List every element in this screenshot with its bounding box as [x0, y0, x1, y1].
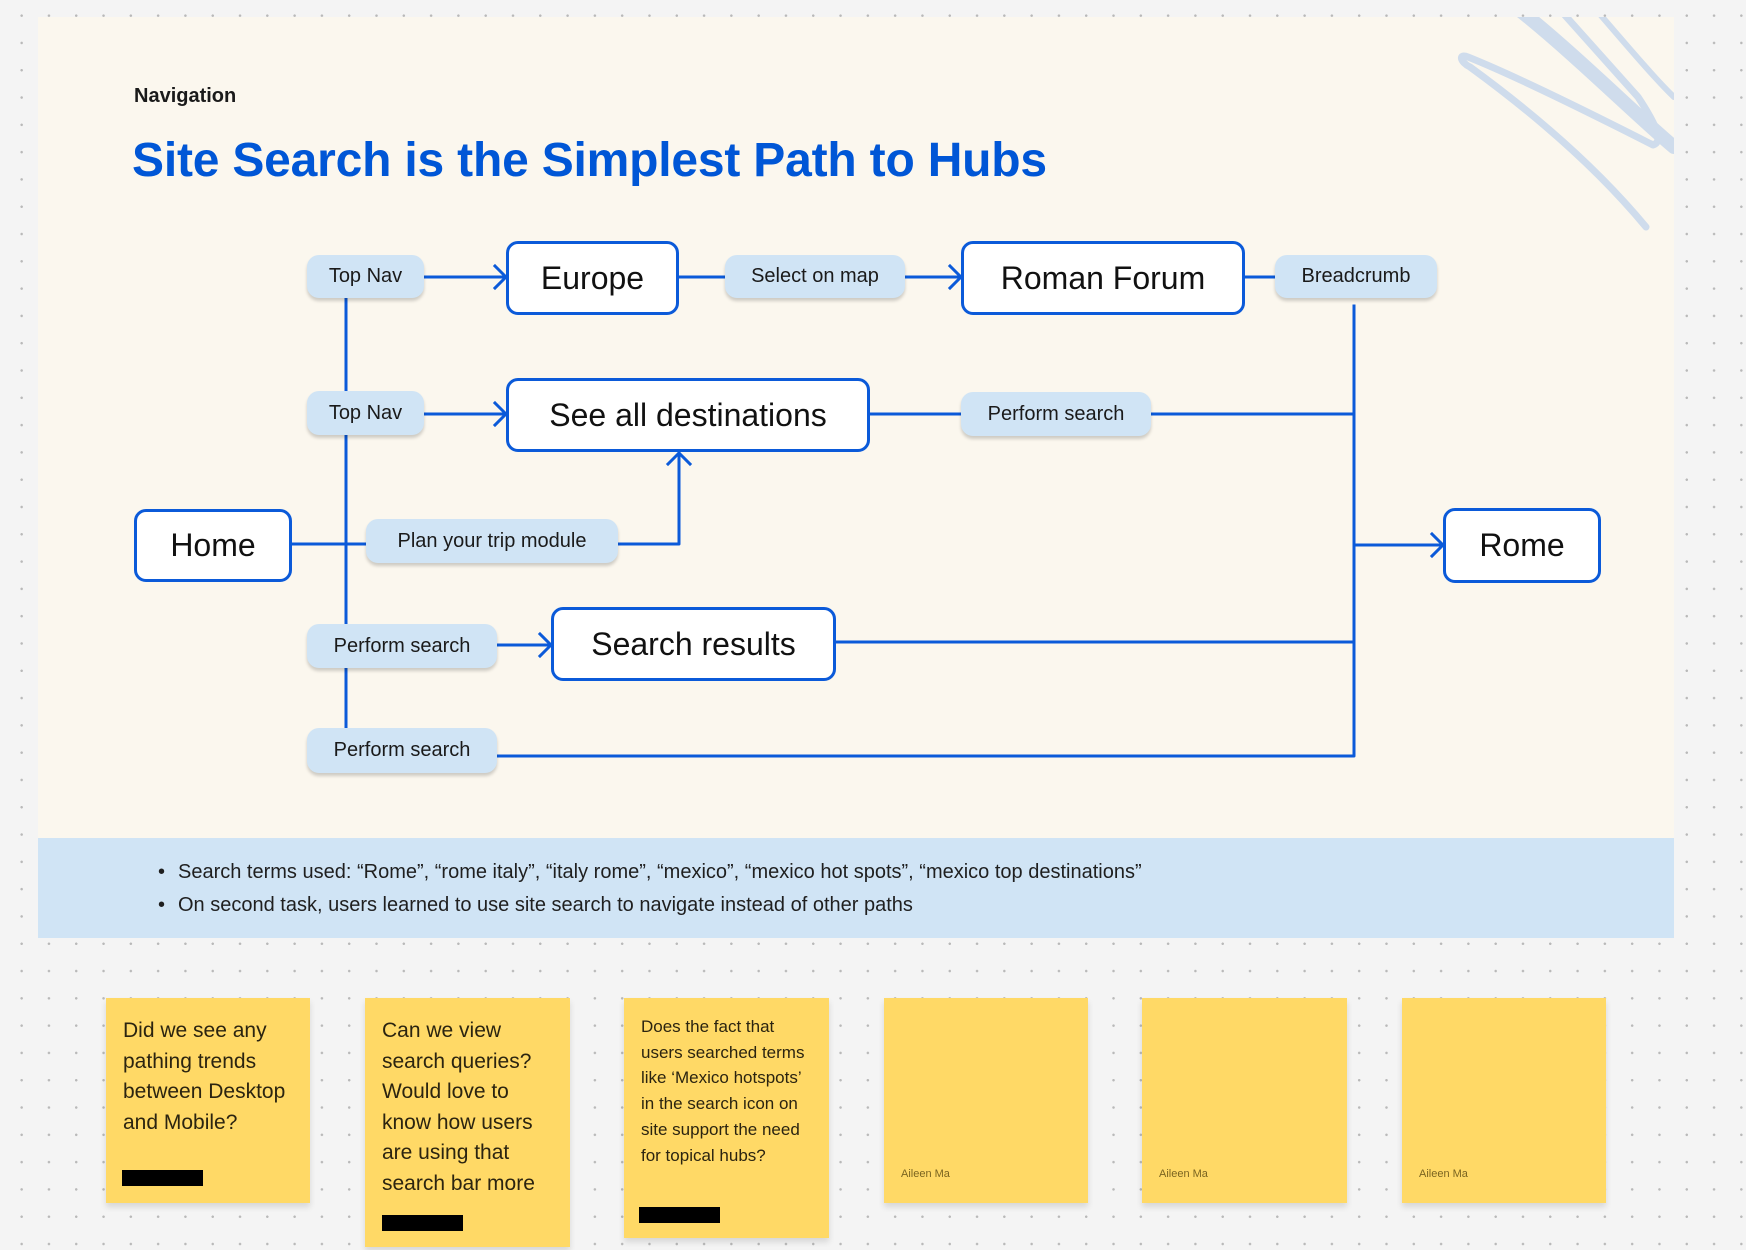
node-search-results: Search results	[551, 607, 836, 681]
redacted-author	[639, 1207, 720, 1223]
sticky-note-2[interactable]: Can we view search queries? Would love t…	[365, 998, 570, 1247]
redacted-author	[122, 1170, 203, 1186]
sticky-author: Aileen Ma	[901, 1168, 950, 1180]
edge-label-top-nav-1: Top Nav	[307, 255, 424, 298]
sticky-note-5[interactable]: Aileen Ma	[1142, 998, 1347, 1203]
node-rome: Rome	[1443, 508, 1601, 583]
connector-plan-seeall	[616, 451, 681, 546]
findings-list: Search terms used: “Rome”, “rome italy”,…	[158, 856, 1142, 922]
edge-label-breadcrumb: Breadcrumb	[1275, 255, 1437, 298]
edge-label-perform-search-3: Perform search	[307, 624, 497, 668]
findings-band: Search terms used: “Rome”, “rome italy”,…	[38, 838, 1674, 938]
node-roman-forum: Roman Forum	[961, 241, 1245, 315]
edge-label-perform-search-right: Perform search	[961, 392, 1151, 436]
node-europe: Europe	[506, 241, 679, 315]
edge-label-select-on-map: Select on map	[725, 255, 905, 298]
sticky-note-6[interactable]: Aileen Ma	[1402, 998, 1606, 1203]
sticky-note-1[interactable]: Did we see any pathing trends between De…	[106, 998, 310, 1203]
edge-label-plan-your-trip: Plan your trip module	[366, 519, 618, 563]
node-see-all-destinations: See all destinations	[506, 378, 870, 452]
sticky-note-text: Does the fact that users searched terms …	[641, 1017, 805, 1165]
sticky-author: Aileen Ma	[1419, 1168, 1468, 1180]
sticky-note-4[interactable]: Aileen Ma	[884, 998, 1088, 1203]
sticky-note-text: Can we view search queries? Would love t…	[382, 1019, 535, 1195]
sticky-author: Aileen Ma	[1159, 1168, 1208, 1180]
redacted-author	[382, 1215, 463, 1231]
finding-item: On second task, users learned to use sit…	[158, 889, 1142, 922]
edge-label-perform-search-4: Perform search	[307, 728, 497, 773]
sticky-note-text: Did we see any pathing trends between De…	[123, 1019, 286, 1134]
finding-item: Search terms used: “Rome”, “rome italy”,…	[158, 856, 1142, 889]
node-home: Home	[134, 509, 292, 582]
sticky-note-3[interactable]: Does the fact that users searched terms …	[624, 998, 829, 1238]
connector-search4-righttrunk	[495, 304, 1356, 758]
edge-label-top-nav-2: Top Nav	[307, 391, 424, 435]
